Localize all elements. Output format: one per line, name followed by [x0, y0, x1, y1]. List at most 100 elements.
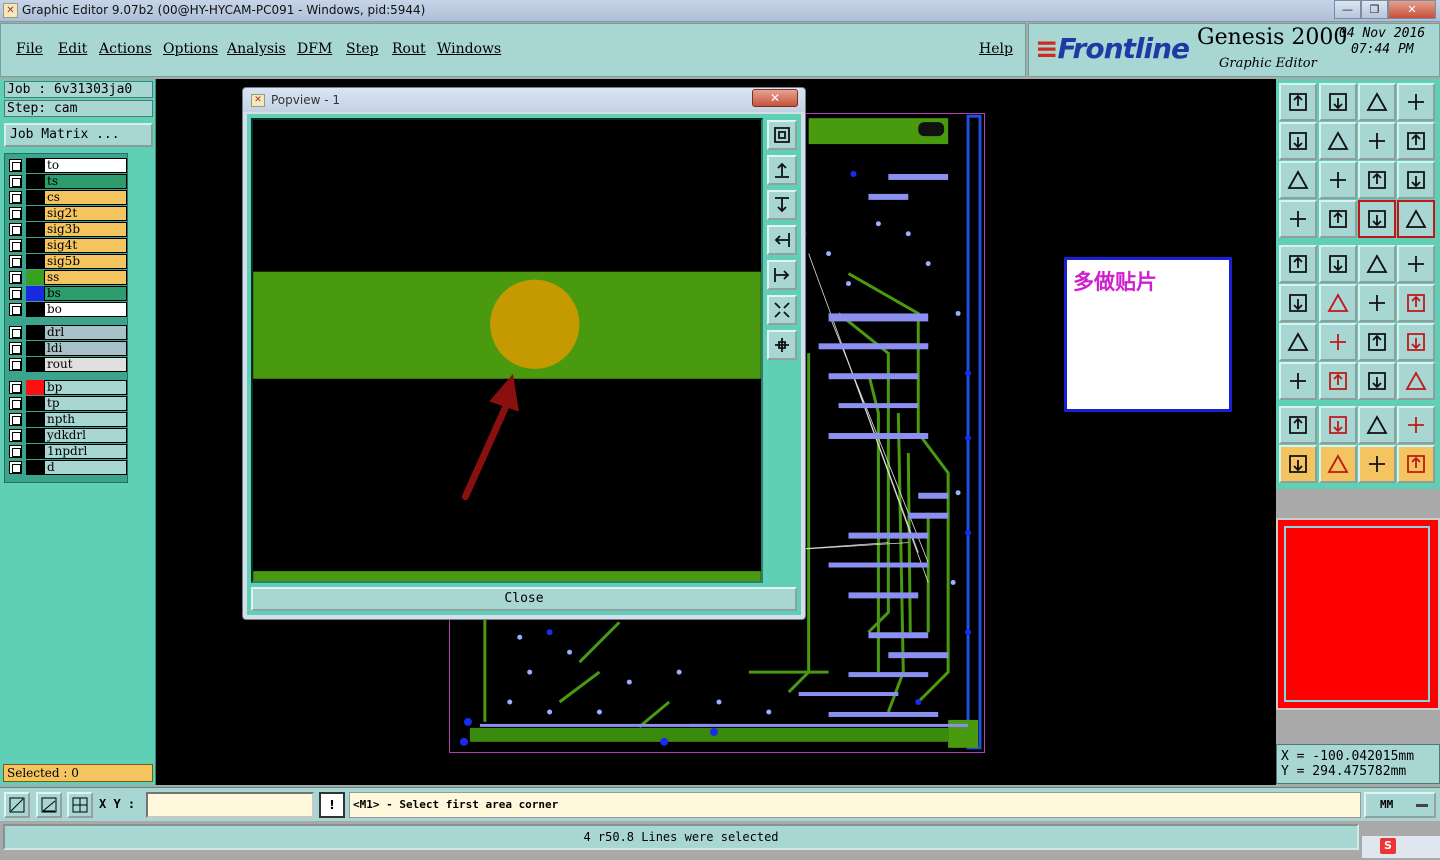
- angle-mode-button[interactable]: [36, 792, 62, 818]
- menu-dfm[interactable]: DFM: [297, 41, 332, 57]
- window-split-button[interactable]: [1397, 83, 1435, 121]
- layer-name[interactable]: ts: [44, 174, 127, 189]
- select-circle-button[interactable]: [1358, 445, 1396, 483]
- pin-button[interactable]: [1319, 200, 1357, 238]
- menu-step[interactable]: Step: [346, 41, 378, 57]
- layer-checkbox[interactable]: [9, 342, 22, 355]
- zoom-fit-button[interactable]: [767, 295, 797, 325]
- input-method-icon[interactable]: S: [1380, 838, 1396, 854]
- pan-right-button[interactable]: [767, 260, 797, 290]
- select-pointer-button[interactable]: [1279, 445, 1317, 483]
- menu-analysis[interactable]: Analysis: [227, 41, 286, 57]
- layer-name[interactable]: ldi: [44, 341, 127, 356]
- layer-name[interactable]: rout: [44, 357, 127, 372]
- measure-button[interactable]: [1279, 200, 1317, 238]
- triangle-a-red-button[interactable]: [1358, 406, 1396, 444]
- angle-line-button[interactable]: [1279, 323, 1317, 361]
- layer-checkbox[interactable]: [9, 239, 22, 252]
- horizontal-line-button[interactable]: [1319, 362, 1357, 400]
- layer-color-swatch[interactable]: [26, 158, 44, 173]
- dot-button[interactable]: [1397, 245, 1435, 283]
- layer-checkbox[interactable]: [9, 207, 22, 220]
- help-query-button[interactable]: [1397, 161, 1435, 199]
- layer-name[interactable]: ydkdrl: [44, 428, 127, 443]
- color-line-button[interactable]: [1319, 245, 1357, 283]
- layer-row-d[interactable]: d: [9, 460, 127, 475]
- layer-name[interactable]: bo: [44, 302, 127, 317]
- move-right-button[interactable]: [1319, 122, 1357, 160]
- layer-checkbox[interactable]: [9, 287, 22, 300]
- popview-close-button[interactable]: Close: [251, 587, 797, 611]
- layer-name[interactable]: bs: [44, 286, 127, 301]
- line-node-button[interactable]: [1358, 284, 1396, 322]
- menu-file[interactable]: File: [16, 41, 43, 57]
- layer-color-swatch[interactable]: [26, 238, 44, 253]
- layer-row-ldi[interactable]: ldi: [9, 341, 127, 356]
- close-window-button[interactable]: ✕: [1388, 0, 1436, 19]
- layer-row-rout[interactable]: rout: [9, 357, 127, 372]
- layer-row-bp[interactable]: bp: [9, 380, 127, 395]
- pan-left-button[interactable]: [767, 225, 797, 255]
- menu-windows[interactable]: Windows: [437, 41, 501, 57]
- layer-color-swatch[interactable]: [26, 286, 44, 301]
- layer-checkbox[interactable]: [9, 461, 22, 474]
- popview-close-x-button[interactable]: ✕: [752, 89, 798, 107]
- split-button[interactable]: [1397, 323, 1435, 361]
- layer-row-ts[interactable]: ts: [9, 174, 127, 189]
- layer-checkbox[interactable]: [9, 271, 22, 284]
- layer-color-swatch[interactable]: [26, 190, 44, 205]
- connect-button[interactable]: [1279, 284, 1317, 322]
- layer-name[interactable]: sig2t: [44, 206, 127, 221]
- layer-color-swatch[interactable]: [26, 412, 44, 427]
- layer-color-swatch[interactable]: [26, 302, 44, 317]
- rotate-button[interactable]: [1358, 323, 1396, 361]
- menu-options[interactable]: Options: [163, 41, 218, 57]
- layer-name[interactable]: d: [44, 460, 127, 475]
- cross-button[interactable]: [1319, 284, 1357, 322]
- pan-down-button[interactable]: [767, 190, 797, 220]
- layer-checkbox[interactable]: [9, 413, 22, 426]
- snap-point-button[interactable]: [1279, 362, 1317, 400]
- grid-mode-button[interactable]: [67, 792, 93, 818]
- layer-name[interactable]: cs: [44, 190, 127, 205]
- layer-row-bs[interactable]: bs: [9, 286, 127, 301]
- layer-name[interactable]: sig4t: [44, 238, 127, 253]
- pan-up-button[interactable]: [767, 155, 797, 185]
- line-node-red-button[interactable]: [1397, 284, 1435, 322]
- layer-checkbox[interactable]: [9, 255, 22, 268]
- select-poly-button[interactable]: [1397, 445, 1435, 483]
- layer-name[interactable]: npth: [44, 412, 127, 427]
- popview-canvas[interactable]: [251, 118, 763, 583]
- ruler-button[interactable]: [1358, 245, 1396, 283]
- popview-title-bar[interactable]: ✕ Popview - 1 ✕: [243, 88, 805, 112]
- open-job-button[interactable]: [1358, 83, 1396, 121]
- menu-help[interactable]: Help: [979, 41, 1013, 57]
- layer-checkbox[interactable]: [9, 429, 22, 442]
- job-matrix-button[interactable]: Job Matrix ...: [4, 123, 153, 147]
- layer-row-sig3b[interactable]: sig3b: [9, 222, 127, 237]
- zoom-window-button[interactable]: [767, 120, 797, 150]
- layer-color-swatch[interactable]: [26, 444, 44, 459]
- layer-row-to[interactable]: to: [9, 158, 127, 173]
- layer-checkbox[interactable]: [9, 358, 22, 371]
- layer-color-swatch[interactable]: [26, 460, 44, 475]
- move-down-button[interactable]: [1319, 83, 1357, 121]
- layer-checkbox[interactable]: [9, 326, 22, 339]
- triangle-a-cross-button[interactable]: [1397, 406, 1435, 444]
- layer-row-sig5b[interactable]: sig5b: [9, 254, 127, 269]
- layer-row-ss[interactable]: ss: [9, 270, 127, 285]
- triangle-a-button[interactable]: [1319, 406, 1357, 444]
- rotate-view-button[interactable]: [1358, 122, 1396, 160]
- move-up-button[interactable]: [1279, 83, 1317, 121]
- move-left-button[interactable]: [1279, 122, 1317, 160]
- layer-color-swatch[interactable]: [26, 206, 44, 221]
- layer-name[interactable]: tp: [44, 396, 127, 411]
- layer-name[interactable]: drl: [44, 325, 127, 340]
- zoom-center-button[interactable]: [767, 330, 797, 360]
- layer-color-swatch[interactable]: [26, 270, 44, 285]
- layer-checkbox[interactable]: [9, 445, 22, 458]
- layer-name[interactable]: 1npdrl: [44, 444, 127, 459]
- layer-checkbox[interactable]: [9, 175, 22, 188]
- layer-row-npth[interactable]: npth: [9, 412, 127, 427]
- layer-row-cs[interactable]: cs: [9, 190, 127, 205]
